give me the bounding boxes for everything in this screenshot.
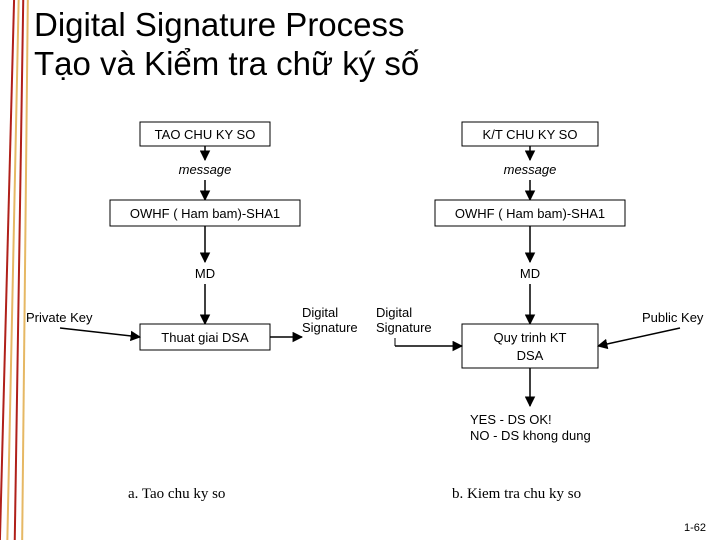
left-dsa-label: Thuat giai DSA: [161, 330, 249, 345]
left-caption: a. Tao chu ky so: [128, 486, 225, 502]
right-header-label: K/T CHU KY SO: [483, 127, 578, 142]
right-md-label: MD: [520, 266, 540, 281]
left-hash-label: OWHF ( Ham bam)-SHA1: [130, 206, 280, 221]
right-message-label: message: [504, 162, 557, 177]
left-header-label: TAO CHU KY SO: [155, 127, 256, 142]
right-sig-label-line1: Digital: [376, 305, 412, 320]
left-md-label: MD: [195, 266, 215, 281]
public-key-label: Public Key: [642, 310, 704, 325]
left-sig-label-line2: Signature: [302, 320, 358, 335]
right-caption: b. Kiem tra chu ky so: [452, 486, 581, 502]
right-hash-label: OWHF ( Ham bam)-SHA1: [455, 206, 605, 221]
left-message-label: message: [179, 162, 232, 177]
right-kt-label2: DSA: [517, 348, 544, 363]
right-result2: NO - DS khong dung: [470, 428, 591, 443]
private-key-label: Private Key: [26, 310, 93, 325]
right-sig-label-line2: Signature: [376, 320, 432, 335]
right-result1: YES - DS OK!: [470, 412, 552, 427]
right-kt-label1: Quy trinh KT: [494, 330, 567, 345]
left-sig-label-line1: Digital: [302, 305, 338, 320]
